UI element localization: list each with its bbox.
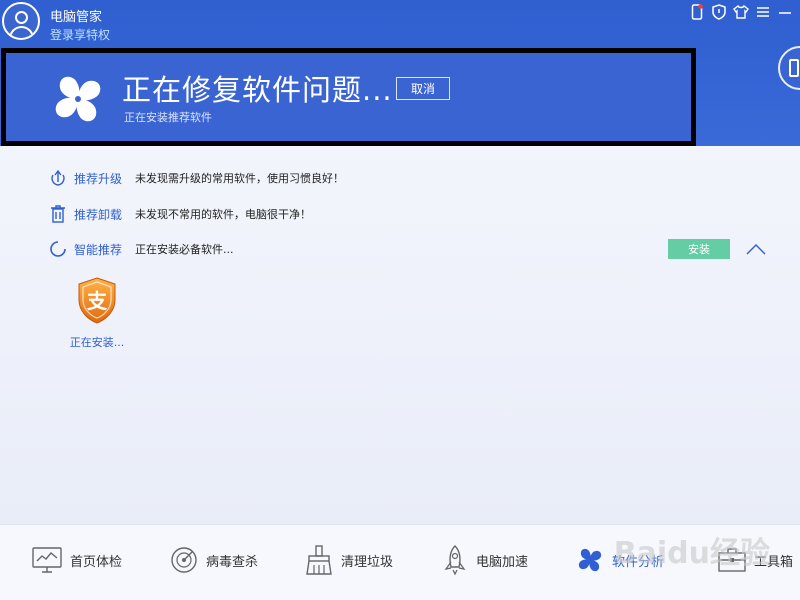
nav-toolbox[interactable]: 工具箱 <box>718 543 793 577</box>
banner-title: 正在修复软件问题... <box>122 73 393 107</box>
nav-clean-junk[interactable]: 清理垃圾 <box>305 543 393 577</box>
monitor-icon <box>32 547 62 573</box>
install-button[interactable]: 安装 <box>668 239 730 259</box>
trash-icon <box>48 204 68 224</box>
login-link[interactable]: 登录享特权 <box>50 26 110 43</box>
banner-subtitle: 正在安装推荐软件 <box>124 111 212 124</box>
row-text-smart: 正在安装必备软件... <box>135 243 234 256</box>
row-recommend-upgrade: 推荐升级 未发现需升级的常用软件，使用习惯良好！ <box>48 168 344 188</box>
app-logo-char: 支 <box>87 289 108 313</box>
nav-software-analysis[interactable]: 软件分析 <box>576 543 664 577</box>
row-label-smart[interactable]: 智能推荐 <box>74 241 129 258</box>
menu-icon[interactable] <box>754 3 772 21</box>
shield-icon[interactable] <box>710 3 728 21</box>
row-text-upgrade: 未发现需升级的常用软件，使用习惯良好！ <box>135 172 344 185</box>
cancel-button[interactable]: 取消 <box>396 77 450 100</box>
app-status: 正在安装... <box>69 336 125 349</box>
nav-label: 清理垃圾 <box>341 554 394 570</box>
main-content: 推荐升级 未发现需升级的常用软件，使用习惯良好！ 推荐卸载 未发现不常用的软件，… <box>0 146 800 524</box>
loading-spinner-icon <box>48 239 68 259</box>
broom-icon <box>306 545 332 575</box>
alipay-shield-icon: 支 <box>78 277 116 324</box>
nav-speed-up[interactable]: 电脑加速 <box>442 543 528 577</box>
radar-icon <box>171 547 197 573</box>
fan-logo-icon <box>55 76 101 122</box>
nav-label: 软件分析 <box>612 554 665 570</box>
toolbox-icon <box>718 548 746 572</box>
chevron-up-icon[interactable] <box>745 240 767 258</box>
nav-label: 电脑加速 <box>476 554 529 570</box>
rocket-icon <box>444 545 466 575</box>
shirt-icon[interactable] <box>732 3 750 21</box>
nav-home-check[interactable]: 首页体检 <box>32 543 122 577</box>
status-banner: 正在修复软件问题... 取消 正在安装推荐软件 <box>1 48 696 146</box>
row-label-upgrade[interactable]: 推荐升级 <box>74 170 129 187</box>
row-recommend-uninstall: 推荐卸载 未发现不常用的软件，电脑很干净！ <box>48 204 311 224</box>
nav-label: 病毒查杀 <box>206 554 259 570</box>
nav-label: 工具箱 <box>754 554 794 570</box>
row-label-uninstall[interactable]: 推荐卸载 <box>74 206 129 223</box>
panel-icon <box>789 59 799 77</box>
bottom-nav: 首页体检 病毒查杀 清理垃圾 电脑加速 软件分析 工具箱 Baidu经验 <box>0 524 800 600</box>
avatar[interactable] <box>2 2 40 40</box>
app-tile-alipay[interactable]: 支 正在安装... <box>64 276 130 350</box>
row-smart-recommend: 智能推荐 正在安装必备软件... <box>48 239 234 259</box>
header: 电脑管家 登录享特权 正在修复软件问题... 取消 正在安装推荐软件 <box>0 0 800 146</box>
window-controls <box>688 3 794 21</box>
side-panel-toggle[interactable] <box>778 46 800 90</box>
nav-virus-scan[interactable]: 病毒查杀 <box>170 543 258 577</box>
nav-label: 首页体检 <box>70 554 123 570</box>
fan-icon <box>578 548 602 572</box>
upgrade-icon <box>48 168 68 188</box>
minimize-icon[interactable] <box>776 3 794 21</box>
row-text-uninstall: 未发现不常用的软件，电脑很干净！ <box>135 208 311 221</box>
avatar-body-icon <box>9 26 34 38</box>
phone-icon[interactable] <box>688 3 706 21</box>
app-title: 电脑管家 <box>50 10 103 25</box>
avatar-head-icon <box>15 11 28 24</box>
